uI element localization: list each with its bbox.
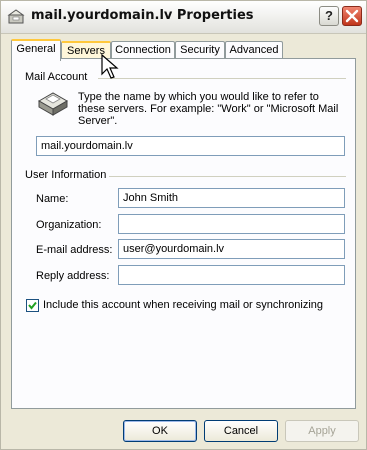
window-title: mail.yourdomain.lv Properties	[31, 8, 254, 23]
tab-security[interactable]: Security	[175, 41, 225, 59]
tab-general[interactable]: General	[11, 39, 61, 61]
close-button[interactable]	[342, 6, 362, 26]
apply-button[interactable]: Apply	[285, 420, 359, 442]
properties-dialog: mail.yourdomain.lv Properties ? General …	[0, 0, 367, 450]
mail-account-group-label: Mail Account	[25, 71, 88, 83]
close-icon	[345, 9, 359, 23]
include-account-checkbox[interactable]	[26, 299, 39, 312]
general-panel: Mail Account Type the name by which you …	[11, 58, 356, 409]
group-divider	[98, 78, 346, 79]
name-label: Name:	[36, 193, 69, 205]
email-label: E-mail address:	[36, 244, 113, 256]
account-name-input[interactable]: mail.yourdomain.lv	[36, 136, 345, 156]
reply-address-label: Reply address:	[36, 270, 110, 282]
email-input[interactable]: user@yourdomain.lv	[118, 239, 345, 259]
help-button[interactable]: ?	[319, 6, 339, 26]
mail-server-icon	[37, 92, 69, 116]
mouse-pointer-icon	[101, 53, 119, 79]
account-description: Type the name by which you would like to…	[78, 91, 339, 127]
reply-address-input[interactable]	[118, 265, 345, 285]
user-info-group-label: User Information	[25, 169, 107, 181]
cancel-button[interactable]: Cancel	[204, 420, 278, 442]
include-account-label[interactable]: Include this account when receiving mail…	[43, 299, 323, 311]
name-input[interactable]: John Smith	[118, 188, 345, 208]
tab-advanced[interactable]: Advanced	[225, 41, 283, 59]
group-divider	[109, 176, 346, 177]
organization-input[interactable]	[118, 214, 345, 234]
organization-label: Organization:	[36, 219, 102, 231]
title-bar[interactable]: mail.yourdomain.lv Properties ?	[1, 1, 366, 34]
account-icon	[7, 9, 25, 24]
ok-button[interactable]: OK	[123, 420, 197, 442]
checkmark-icon	[28, 301, 37, 310]
